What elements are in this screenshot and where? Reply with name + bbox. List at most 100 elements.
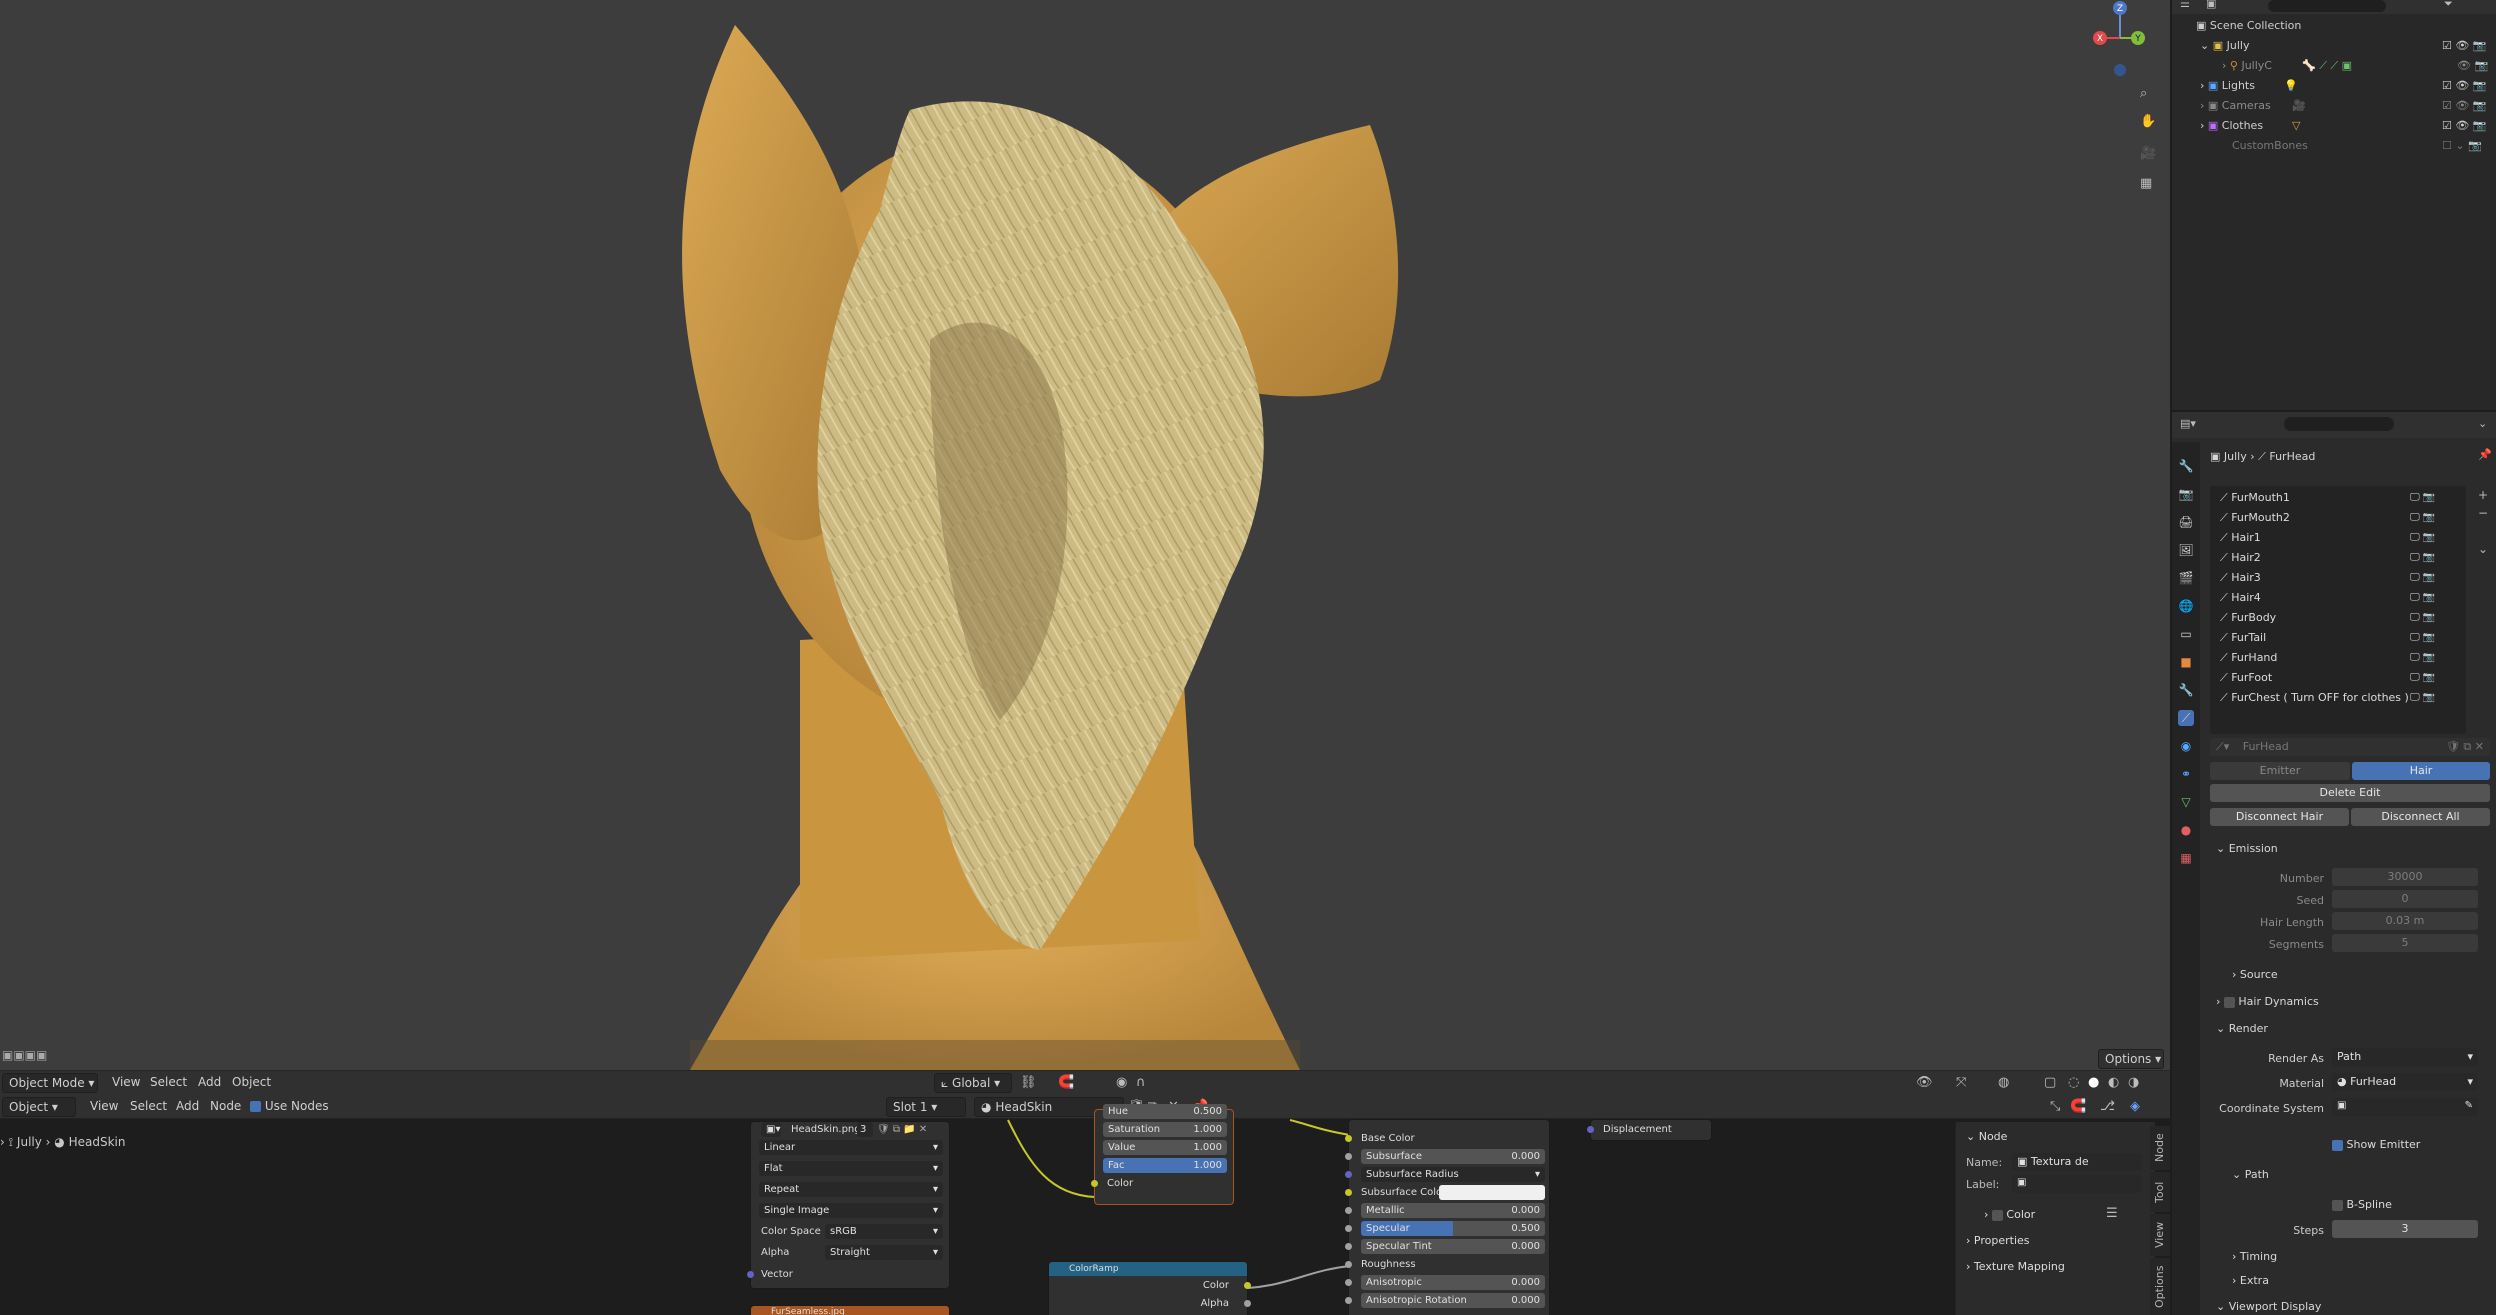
saturation-field[interactable]: Saturation 1.000 <box>1103 1122 1227 1137</box>
particle-system-item[interactable]: ⟋ FurMouth1 🖵 📷 <box>2220 488 2460 508</box>
visibility-controls[interactable]: 👁 📷 <box>2457 56 2488 76</box>
image-name[interactable]: HeadSkin.png <box>791 1122 861 1137</box>
particle-settings-selector[interactable]: ⟋▾ FurHead 🛡 ⧉ ✕ <box>2210 738 2490 756</box>
timing-subsection[interactable]: › Timing <box>2232 1250 2277 1263</box>
base-color-socket[interactable] <box>1345 1135 1352 1142</box>
pin-icon[interactable]: 📌 <box>2478 448 2492 461</box>
anisotropic-rotation-field[interactable]: Anisotropic Rotation 0.000 <box>1361 1293 1545 1308</box>
data-tab-icon[interactable]: ▽ <box>2178 794 2194 810</box>
particle-system-item[interactable]: ⟋ Hair2 🖵 📷 <box>2220 548 2460 568</box>
next-image-node-header[interactable]: FurSeamless.jpg <box>750 1305 950 1315</box>
anisotropic-rotation-socket[interactable] <box>1345 1297 1352 1304</box>
particle-system-item[interactable]: ⟋ FurFoot 🖵 📷 <box>2220 668 2460 688</box>
displacement-socket[interactable] <box>1587 1126 1594 1133</box>
shading-solid-icon[interactable]: ● <box>2088 1075 2099 1090</box>
material-dropdown[interactable]: ◕ FurHead ▾ <box>2332 1073 2478 1091</box>
physics-tab-icon[interactable]: ◉ <box>2178 738 2194 754</box>
visibility-toggle-icons[interactable]: 🖵 📷 <box>2410 508 2435 528</box>
specular-field[interactable]: Specular 0.500 <box>1361 1221 1545 1236</box>
color-input-socket[interactable] <box>1091 1180 1098 1187</box>
subsurface-socket[interactable] <box>1345 1153 1352 1160</box>
constraints-tab-icon[interactable]: ⚭ <box>2178 766 2194 782</box>
type-emitter-button[interactable]: Emitter <box>2210 762 2350 780</box>
visibility-controls[interactable]: ☑ 👁 📷 <box>2442 96 2487 116</box>
specular-tint-socket[interactable] <box>1345 1243 1352 1250</box>
particle-system-item[interactable]: ⟋ Hair3 🖵 📷 <box>2220 568 2460 588</box>
outliner-search-input[interactable] <box>2268 0 2386 12</box>
show-emitter-checkbox[interactable] <box>2332 1139 2343 1151</box>
expand-arrow-icon[interactable]: › <box>2200 99 2208 112</box>
particle-system-item[interactable]: ⟋ FurChest ( Turn OFF for clothes ) 🖵 📷 <box>2220 688 2460 708</box>
visibility-toggle-icons[interactable]: 🖵 📷 <box>2410 648 2435 668</box>
filter-icon[interactable]: ⏷ <box>2444 0 2453 11</box>
shading-material-icon[interactable]: ◐ <box>2108 1075 2119 1090</box>
output-tab-icon[interactable]: 🖨 <box>2178 514 2194 530</box>
source-subsection[interactable]: › Source <box>2232 968 2278 981</box>
render-section-header[interactable]: ⌄ Render <box>2216 1022 2268 1035</box>
magnet-icon[interactable]: 🧲 <box>2070 1099 2086 1114</box>
number-field[interactable]: 30000 <box>2332 868 2478 886</box>
subsurface-radius-dropdown[interactable]: Subsurface Radius ▾ <box>1361 1167 1545 1182</box>
node-color-list-icon[interactable]: ☰ <box>2106 1206 2118 1221</box>
3d-viewport[interactable]: Z Y X ⌕ ✋ 🎥 ▦ ▣▣▣▣ <box>0 0 2170 1095</box>
collection-tab-icon[interactable]: ▭ <box>2178 626 2194 642</box>
particle-system-item[interactable]: ⟋ FurHand 🖵 📷 <box>2220 648 2460 668</box>
hair-dynamics-checkbox[interactable] <box>2223 996 2235 1008</box>
particle-system-item[interactable]: ⟋ FurTail 🖵 📷 <box>2220 628 2460 648</box>
tab-view[interactable]: View <box>2150 1214 2170 1256</box>
gizmo-toggle-icon[interactable]: ⤧ <box>1956 1075 1966 1090</box>
color-space-dropdown[interactable]: sRGB ▾ <box>825 1224 943 1239</box>
specular-tint-field[interactable]: Specular Tint 0.000 <box>1361 1239 1545 1254</box>
delete-edit-button[interactable]: Delete Edit <box>2210 784 2490 802</box>
expand-arrow-icon[interactable]: › <box>2222 59 2230 72</box>
properties-section-header[interactable]: › Properties <box>1966 1234 2030 1247</box>
visibility-controls[interactable]: ☑ 👁 📷 <box>2442 76 2487 96</box>
expand-arrow-icon[interactable]: › <box>2200 119 2208 132</box>
bspline-toggle[interactable]: B-Spline <box>2332 1198 2392 1211</box>
bspline-checkbox[interactable] <box>2332 1199 2343 1211</box>
path-subsection-header[interactable]: ⌄ Path <box>2232 1168 2269 1181</box>
specular-socket[interactable] <box>1345 1225 1352 1232</box>
pivot-icon[interactable]: ⛓ <box>1020 1075 1037 1090</box>
options-button[interactable]: Options ▾ <box>2098 1049 2164 1069</box>
filter-display-icon[interactable]: ▣ <box>2206 0 2216 10</box>
xray-icon[interactable]: ▢ <box>2044 1075 2056 1090</box>
overlay-node-icon[interactable]: ◈ <box>2130 1099 2140 1114</box>
material-tab-icon[interactable]: ● <box>2178 822 2194 838</box>
snap-node-icon[interactable]: ⤡ <box>2050 1099 2060 1114</box>
hue-field[interactable]: Hue 0.500 <box>1103 1104 1227 1119</box>
subsurface-color-socket[interactable] <box>1345 1189 1352 1196</box>
visibility-icon[interactable]: 👁 <box>1916 1075 1933 1090</box>
disconnect-hair-button[interactable]: Disconnect Hair <box>2210 808 2349 826</box>
object-tab-icon[interactable]: ■ <box>2178 654 2194 670</box>
particle-system-item[interactable]: ⟋ FurBody 🖵 📷 <box>2220 608 2460 628</box>
colorramp-color-socket[interactable] <box>1244 1282 1251 1289</box>
steps-field[interactable]: 3 <box>2332 1220 2478 1238</box>
outliner-item-jullyc[interactable]: › ⚲ JullyC 🦴 ⟋ ⟋ ▣ 👁 📷 <box>2172 56 2496 76</box>
metallic-socket[interactable] <box>1345 1207 1352 1214</box>
type-hair-button[interactable]: Hair <box>2352 762 2490 780</box>
alpha-mode-dropdown[interactable]: Straight ▾ <box>825 1245 943 1260</box>
projection-dropdown[interactable]: Flat ▾ <box>759 1161 943 1176</box>
modifier-tab-icon[interactable]: 🔧 <box>2178 682 2194 698</box>
settings-actions-icons[interactable]: 🛡 ⧉ ✕ <box>2446 738 2484 756</box>
menu-select[interactable]: Select <box>150 1075 187 1089</box>
visibility-toggle-icons[interactable]: 🖵 📷 <box>2410 528 2435 548</box>
anisotropic-field[interactable]: Anisotropic 0.000 <box>1361 1275 1545 1290</box>
grid-view-icon[interactable]: ▦ <box>2140 176 2152 191</box>
tool-tab-icon[interactable]: 🔧 <box>2178 458 2194 474</box>
visibility-toggle-icons[interactable]: 🖵 📷 <box>2410 628 2435 648</box>
coordinate-system-field[interactable]: ▣ ✎ <box>2332 1098 2478 1116</box>
expand-arrow-icon[interactable]: ⌄ <box>2200 39 2213 52</box>
visibility-toggle-icons[interactable]: 🖵 📷 <box>2410 548 2435 568</box>
particle-system-item[interactable]: ⟋ FurMouth2 🖵 📷 <box>2220 508 2460 528</box>
texture-mapping-section-header[interactable]: › Texture Mapping <box>1966 1260 2065 1273</box>
view-layer-tab-icon[interactable]: 🖼 <box>2178 542 2194 558</box>
hue-saturation-node[interactable]: Hue 0.500 Saturation 1.000 Value 1.000 Fac 1… <box>1091 1104 1234 1205</box>
emission-section-header[interactable]: ⌄ Emission <box>2216 842 2278 855</box>
extra-subsection[interactable]: › Extra <box>2232 1274 2269 1287</box>
zoom-icon[interactable]: ⌕ <box>2140 86 2147 101</box>
image-texture-node[interactable]: ▣▾ HeadSkin.png 3 🛡 ⧉ 📁 ✕ Linear ▾ Flat ▾ … <box>747 1121 950 1289</box>
tab-node[interactable]: Node <box>2150 1126 2170 1170</box>
node-name-field[interactable]: ▣ Textura de imagem <box>2012 1153 2142 1186</box>
